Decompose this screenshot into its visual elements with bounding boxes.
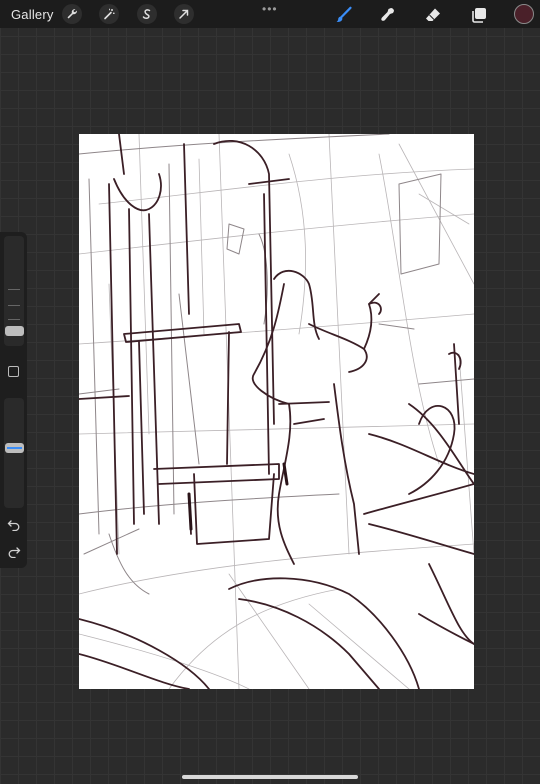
slider-tick <box>8 305 20 306</box>
brush-icon[interactable] <box>333 4 355 26</box>
gallery-button[interactable]: Gallery <box>11 7 54 22</box>
smudge-icon[interactable] <box>377 4 399 26</box>
adjustments-magic-wand-icon[interactable] <box>99 4 119 24</box>
top-toolbar: Gallery ••• <box>0 0 540 28</box>
brush-size-slider[interactable] <box>4 236 24 346</box>
sketch-artwork <box>79 134 474 689</box>
actions-wrench-icon[interactable] <box>62 4 82 24</box>
color-picker-swatch[interactable] <box>514 4 534 24</box>
home-indicator <box>182 775 358 779</box>
layers-icon[interactable] <box>468 4 490 26</box>
opacity-slider[interactable] <box>4 398 24 508</box>
slider-tick <box>8 319 20 320</box>
selection-icon[interactable] <box>137 4 157 24</box>
opacity-slider-thumb[interactable] <box>5 443 24 453</box>
eraser-icon[interactable] <box>422 4 444 26</box>
left-sidebar <box>0 232 27 568</box>
drawing-canvas[interactable] <box>79 134 474 689</box>
undo-icon[interactable] <box>7 518 21 532</box>
brush-size-slider-thumb[interactable] <box>5 326 24 336</box>
transform-arrow-icon[interactable] <box>174 4 194 24</box>
redo-icon[interactable] <box>7 545 21 559</box>
slider-tick <box>8 289 20 290</box>
more-menu-icon[interactable]: ••• <box>262 2 278 16</box>
modify-button-icon[interactable] <box>8 366 19 377</box>
